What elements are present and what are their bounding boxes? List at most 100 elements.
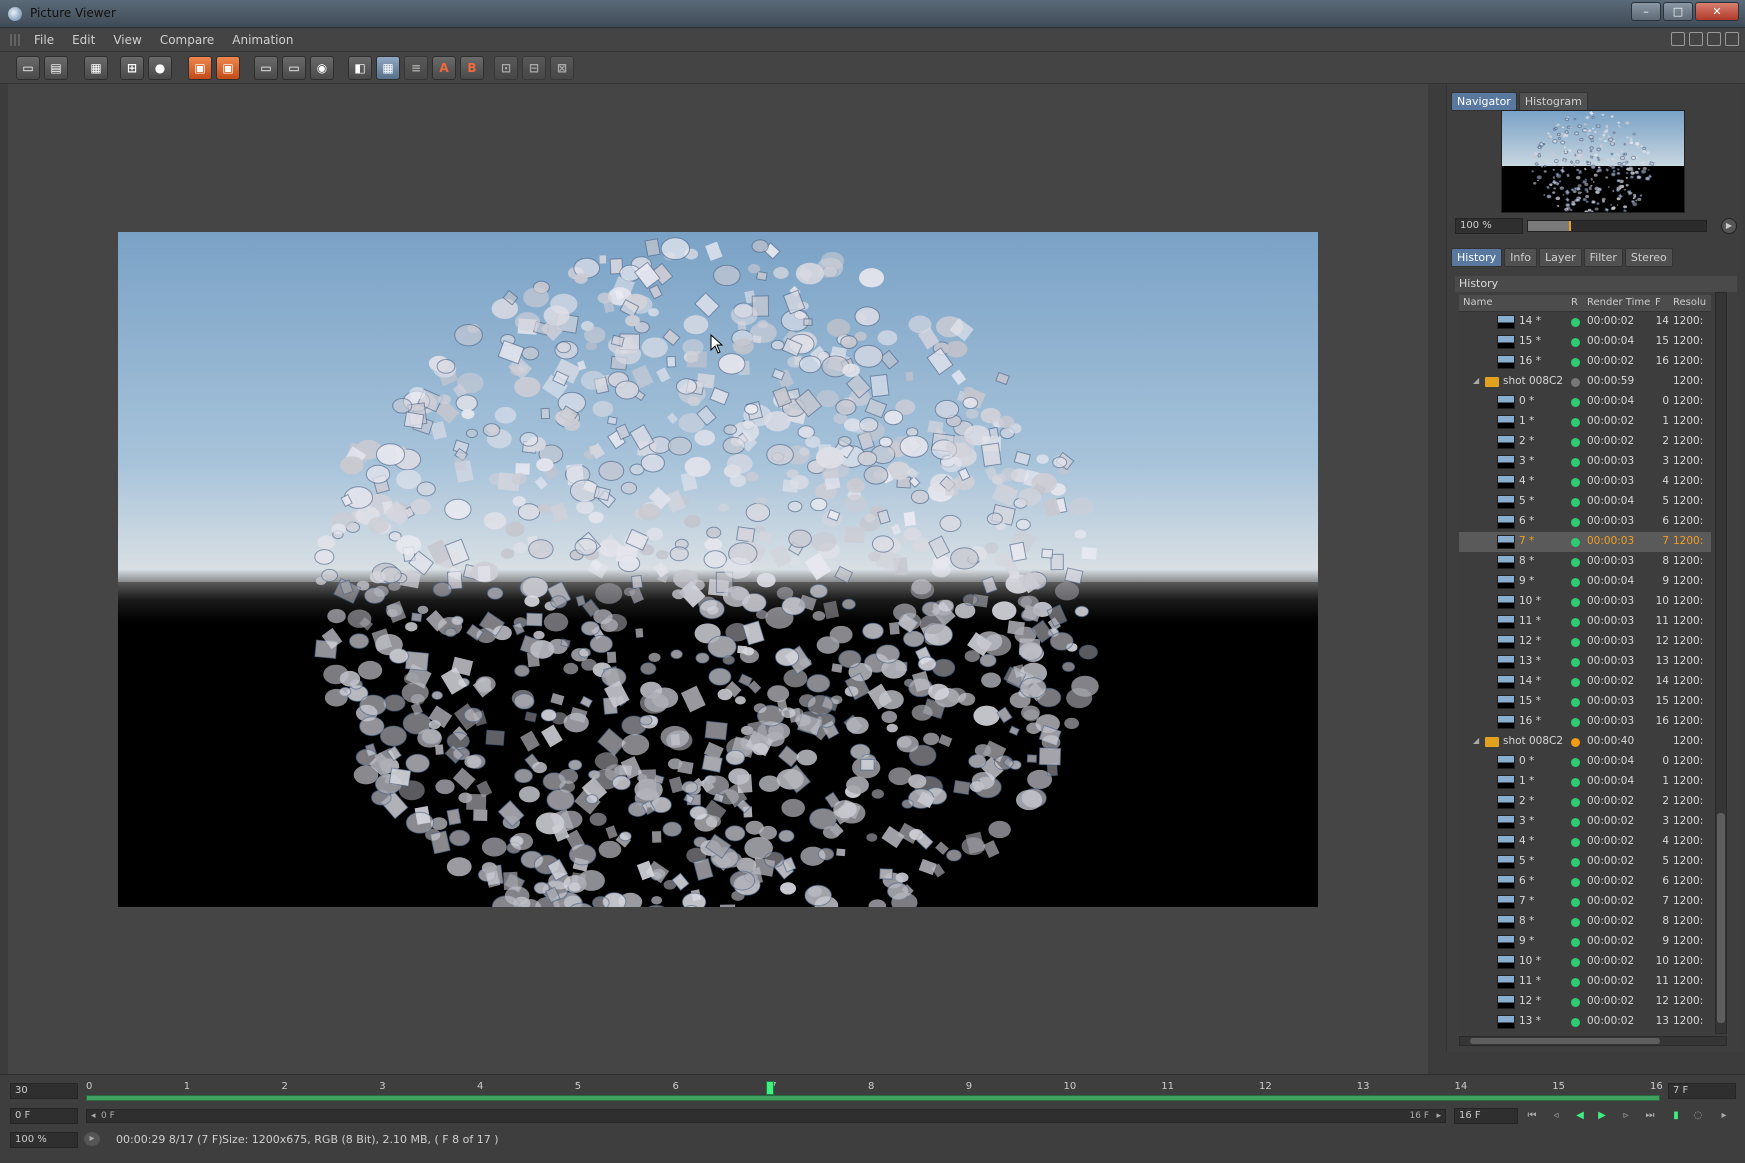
history-row[interactable]: 4 * 00:00:03 4 1200:	[1459, 472, 1711, 492]
display-alt-icon[interactable]: ▭	[282, 56, 306, 80]
history-row[interactable]: 15 * 00:00:03 15 1200:	[1459, 692, 1711, 712]
history-row[interactable]: 13 * 00:00:03 13 1200:	[1459, 652, 1711, 672]
preview-range-slider[interactable]: ◂ 0 F 16 F ▸	[86, 1109, 1446, 1123]
navigator-thumbnail[interactable]	[1501, 110, 1685, 213]
history-row[interactable]: 1 * 00:00:02 1 1200:	[1459, 412, 1711, 432]
actor-icon[interactable]: ●	[148, 56, 172, 80]
menu-compare[interactable]: Compare	[160, 33, 214, 47]
step-back-icon[interactable]: ◃	[1548, 1109, 1564, 1123]
history-row[interactable]: 10 * 00:00:03 10 1200:	[1459, 592, 1711, 612]
history-row[interactable]: 15 * 00:00:04 15 1200:	[1459, 332, 1711, 352]
history-row[interactable]: 9 * 00:00:04 9 1200:	[1459, 572, 1711, 592]
history-row[interactable]: 14 * 00:00:02 14 1200:	[1459, 312, 1711, 332]
history-row[interactable]: 4 * 00:00:02 4 1200:	[1459, 832, 1711, 852]
grip-icon[interactable]	[10, 34, 22, 46]
maximize-button[interactable]: □	[1663, 2, 1693, 21]
ab-grey-icon[interactable]: ≡	[404, 56, 428, 80]
split-alt-icon[interactable]: ⊠	[550, 56, 574, 80]
set-b-icon[interactable]: B	[460, 56, 484, 80]
history-row[interactable]: 8 * 00:00:02 8 1200:	[1459, 912, 1711, 932]
history-row[interactable]: 14 * 00:00:02 14 1200:	[1459, 672, 1711, 692]
display-filter-icon[interactable]: ◉	[310, 56, 334, 80]
tab-histogram[interactable]: Histogram	[1518, 92, 1588, 111]
save-icon[interactable]: ▤	[44, 56, 68, 80]
minimize-button[interactable]: –	[1631, 2, 1661, 21]
col-r[interactable]: R	[1571, 297, 1578, 308]
history-row[interactable]: 3 * 00:00:02 3 1200:	[1459, 812, 1711, 832]
panel-icon[interactable]	[1689, 32, 1703, 46]
history-row[interactable]: 11 * 00:00:02 11 1200:	[1459, 972, 1711, 992]
expand-triangle-icon[interactable]: ◢	[1473, 736, 1479, 745]
end-frame-field[interactable]: 16 F	[1454, 1108, 1518, 1124]
tab-filter[interactable]: Filter	[1583, 248, 1623, 267]
display-icon[interactable]: ▭	[254, 56, 278, 80]
history-row[interactable]: 1 * 00:00:04 1 1200:	[1459, 772, 1711, 792]
set-a-icon[interactable]: A	[432, 56, 456, 80]
pin-icon[interactable]	[1725, 32, 1739, 46]
history-row[interactable]: 16 * 00:00:02 16 1200:	[1459, 352, 1711, 372]
history-row[interactable]: 2 * 00:00:02 2 1200:	[1459, 792, 1711, 812]
start-frame-field[interactable]: 0 F	[10, 1108, 78, 1124]
history-group-row[interactable]: ◢ shot 008C2 00:00:59 1200:	[1459, 372, 1711, 392]
history-row[interactable]: 6 * 00:00:02 6 1200:	[1459, 872, 1711, 892]
history-row[interactable]: 3 * 00:00:03 3 1200:	[1459, 452, 1711, 472]
zoom-play-icon[interactable]: ▸	[84, 1132, 100, 1146]
timeline-play-icon[interactable]: ▸	[1716, 1109, 1732, 1123]
menu-animation[interactable]: Animation	[232, 33, 293, 47]
history-row[interactable]: 6 * 00:00:03 6 1200:	[1459, 512, 1711, 532]
current-frame-field[interactable]: 7 F	[1668, 1083, 1736, 1099]
history-horizontal-scrollbar[interactable]	[1459, 1036, 1727, 1046]
menu-edit[interactable]: Edit	[72, 33, 95, 47]
zoom-field[interactable]: 100 %	[10, 1132, 78, 1148]
layout-icon[interactable]	[1671, 32, 1685, 46]
history-row[interactable]: 11 * 00:00:03 11 1200:	[1459, 612, 1711, 632]
swap-icon[interactable]: ⊡	[494, 56, 518, 80]
go-to-end-icon[interactable]: ⏭	[1642, 1109, 1658, 1123]
tab-navigator[interactable]: Navigator	[1451, 92, 1517, 111]
history-row[interactable]: 2 * 00:00:02 2 1200:	[1459, 432, 1711, 452]
render-settings-icon[interactable]: ▦	[84, 56, 108, 80]
history-row[interactable]: 5 * 00:00:04 5 1200:	[1459, 492, 1711, 512]
fps-field[interactable]: 30	[10, 1083, 78, 1099]
history-row[interactable]: 7 * 00:00:02 7 1200:	[1459, 892, 1711, 912]
play-backward-icon[interactable]: ◀	[1572, 1109, 1588, 1123]
history-row[interactable]: 7 * 00:00:03 7 1200:	[1459, 532, 1711, 552]
timeline-ruler[interactable]: 012345678910111213141516	[86, 1081, 1663, 1101]
history-row[interactable]: 9 * 00:00:02 9 1200:	[1459, 932, 1711, 952]
col-resolution[interactable]: Resolu	[1673, 297, 1706, 308]
tab-stereo[interactable]: Stereo	[1624, 248, 1673, 267]
open-icon[interactable]: ▭	[16, 56, 40, 80]
history-row[interactable]: 12 * 00:00:03 12 1200:	[1459, 632, 1711, 652]
play-forward-icon[interactable]: ▶	[1594, 1109, 1610, 1123]
play-icon[interactable]: ▶	[1721, 218, 1737, 234]
playhead-marker[interactable]	[766, 1081, 775, 1095]
tab-history[interactable]: History	[1451, 248, 1503, 267]
col-name[interactable]: Name	[1463, 297, 1493, 308]
tab-layer[interactable]: Layer	[1538, 248, 1582, 267]
expand-triangle-icon[interactable]: ◢	[1473, 376, 1479, 385]
navigator-zoom-slider[interactable]	[1527, 220, 1707, 232]
crop-icon[interactable]: ⊞	[120, 56, 144, 80]
history-row[interactable]: 12 * 00:00:02 12 1200:	[1459, 992, 1711, 1012]
split-icon[interactable]: ⊟	[522, 56, 546, 80]
history-row[interactable]: 13 * 00:00:02 13 1200:	[1459, 1012, 1711, 1032]
col-render-time[interactable]: Render Time	[1587, 297, 1650, 308]
ab-compare-icon[interactable]: ▦	[376, 56, 400, 80]
history-row[interactable]: 16 * 00:00:03 16 1200:	[1459, 712, 1711, 732]
loop-icon[interactable]: ▮	[1668, 1109, 1684, 1123]
stack-export-icon[interactable]: ▣	[216, 56, 240, 80]
history-vertical-scrollbar[interactable]	[1715, 292, 1727, 1034]
history-row[interactable]: 0 * 00:00:04 0 1200:	[1459, 752, 1711, 772]
menu-file[interactable]: File	[34, 33, 54, 47]
step-forward-icon[interactable]: ▹	[1618, 1109, 1634, 1123]
col-frame[interactable]: F	[1655, 297, 1661, 308]
history-row[interactable]: 0 * 00:00:04 0 1200:	[1459, 392, 1711, 412]
history-row[interactable]: 5 * 00:00:02 5 1200:	[1459, 852, 1711, 872]
history-row[interactable]: 8 * 00:00:03 8 1200:	[1459, 552, 1711, 572]
move-icon[interactable]	[1707, 32, 1721, 46]
history-row[interactable]: 10 * 00:00:02 10 1200:	[1459, 952, 1711, 972]
history-group-row[interactable]: ◢ shot 008C2 00:00:40 1200:	[1459, 732, 1711, 752]
go-to-start-icon[interactable]: ⏮	[1524, 1109, 1540, 1123]
sound-icon[interactable]: ◌	[1690, 1109, 1706, 1123]
image-viewport[interactable]	[8, 84, 1428, 1074]
